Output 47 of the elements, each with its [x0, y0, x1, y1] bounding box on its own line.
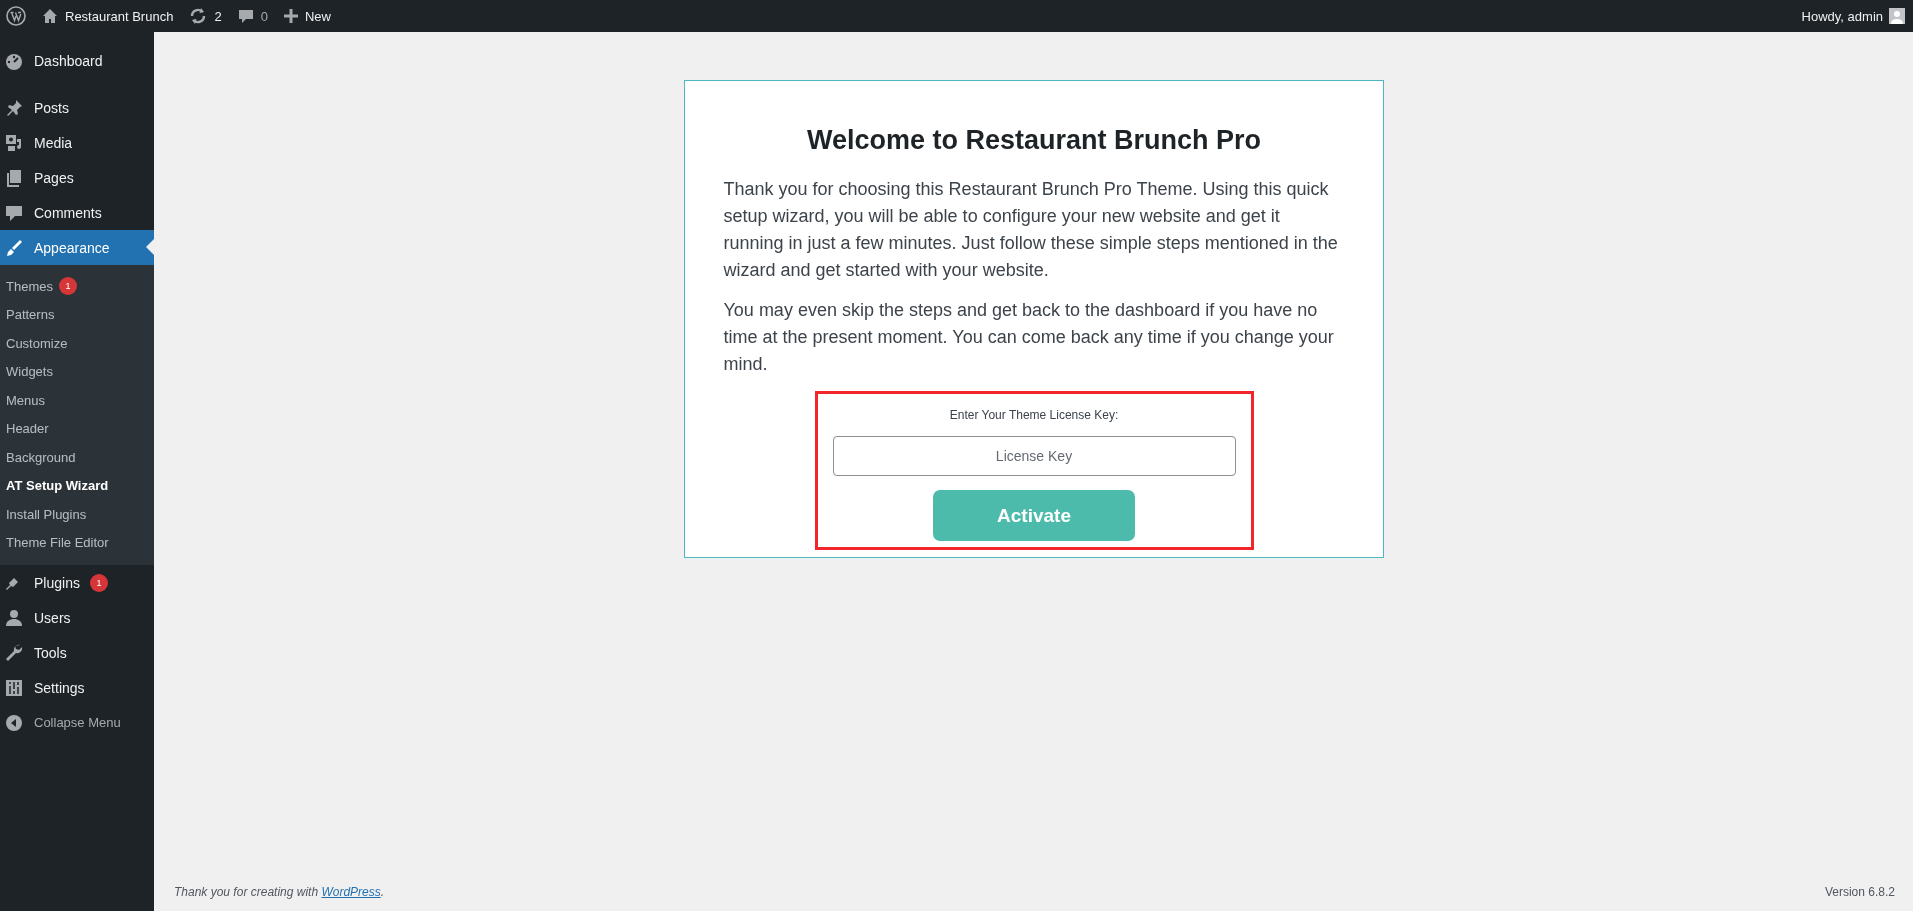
wordpress-logo-icon[interactable] — [6, 6, 26, 26]
updates-count[interactable]: 2 — [214, 8, 222, 24]
site-name-link[interactable]: Restaurant Brunch — [65, 8, 174, 24]
menu-item[interactable]: Comments — [0, 195, 154, 230]
pages-icon — [4, 167, 24, 188]
collapse-menu-button[interactable]: Collapse Menu — [0, 705, 154, 740]
media-icon — [4, 132, 24, 153]
speech-bubble-icon — [237, 8, 254, 24]
menu-item[interactable]: Media — [0, 125, 154, 160]
submenu-item[interactable]: Header — [0, 414, 154, 443]
wizard-title: Welcome to Restaurant Brunch Pro — [805, 125, 1263, 156]
wordpress-link[interactable]: WordPress — [321, 885, 381, 899]
license-key-field[interactable]: License Key — [832, 436, 1236, 476]
version-text: Version 6.8.2 — [1824, 885, 1895, 899]
new-link[interactable]: New — [304, 8, 331, 24]
refresh-icon — [189, 7, 208, 25]
menu-item[interactable]: Users — [0, 600, 154, 635]
wrench-icon — [4, 642, 24, 663]
paintbrush-icon — [4, 237, 24, 258]
submenu-item[interactable]: Customize — [0, 329, 154, 358]
submenu-item[interactable]: Install Plugins — [0, 500, 154, 529]
comments-count[interactable]: 0 — [260, 8, 268, 24]
menu-item[interactable]: Settings — [0, 670, 154, 705]
user-icon — [4, 607, 24, 628]
submenu-item[interactable]: Theme File Editor — [0, 528, 154, 557]
license-label: Enter Your Theme License Key: — [949, 408, 1119, 422]
menu-item[interactable]: Appearance — [0, 230, 154, 265]
menu-item[interactable]: Posts — [0, 90, 154, 125]
notification-badge: 1 — [89, 573, 108, 592]
submenu-item[interactable]: Menus — [0, 386, 154, 415]
submenu-item[interactable]: AT Setup Wizard — [0, 471, 154, 500]
submenu-item[interactable]: Background — [0, 443, 154, 472]
submenu-item[interactable]: Themes 1 — [0, 272, 154, 301]
greeting-link[interactable]: Howdy, admin — [1801, 8, 1883, 24]
menu-item[interactable]: Dashboard — [0, 43, 154, 78]
submenu-item[interactable]: Widgets — [0, 357, 154, 386]
menu-item[interactable]: Tools — [0, 635, 154, 670]
home-icon — [42, 8, 58, 24]
wizard-paragraph: You may even skip the steps and get back to the dashboard if you have no time at the present moment. You can come back any time if you change your mind. — [723, 299, 1335, 376]
plus-icon — [283, 9, 298, 23]
footer-thanks-text: Thank you for creating with WordPress. — [174, 885, 385, 899]
submenu-item[interactable]: Patterns — [0, 300, 154, 329]
sliders-icon — [4, 677, 24, 698]
notification-badge: 1 — [58, 277, 77, 296]
wizard-paragraph: Thank you for choosing this Restaurant Brunch Pro Theme. Using this quick setup wizard, you will be able to configure your new website and get it running in just a few minutes. Just follow these simple steps mentioned in the wizard and get started with your website. — [723, 178, 1339, 282]
menu-item[interactable]: Plugins 1 — [0, 565, 154, 600]
menu-item[interactable]: Pages — [0, 160, 154, 195]
